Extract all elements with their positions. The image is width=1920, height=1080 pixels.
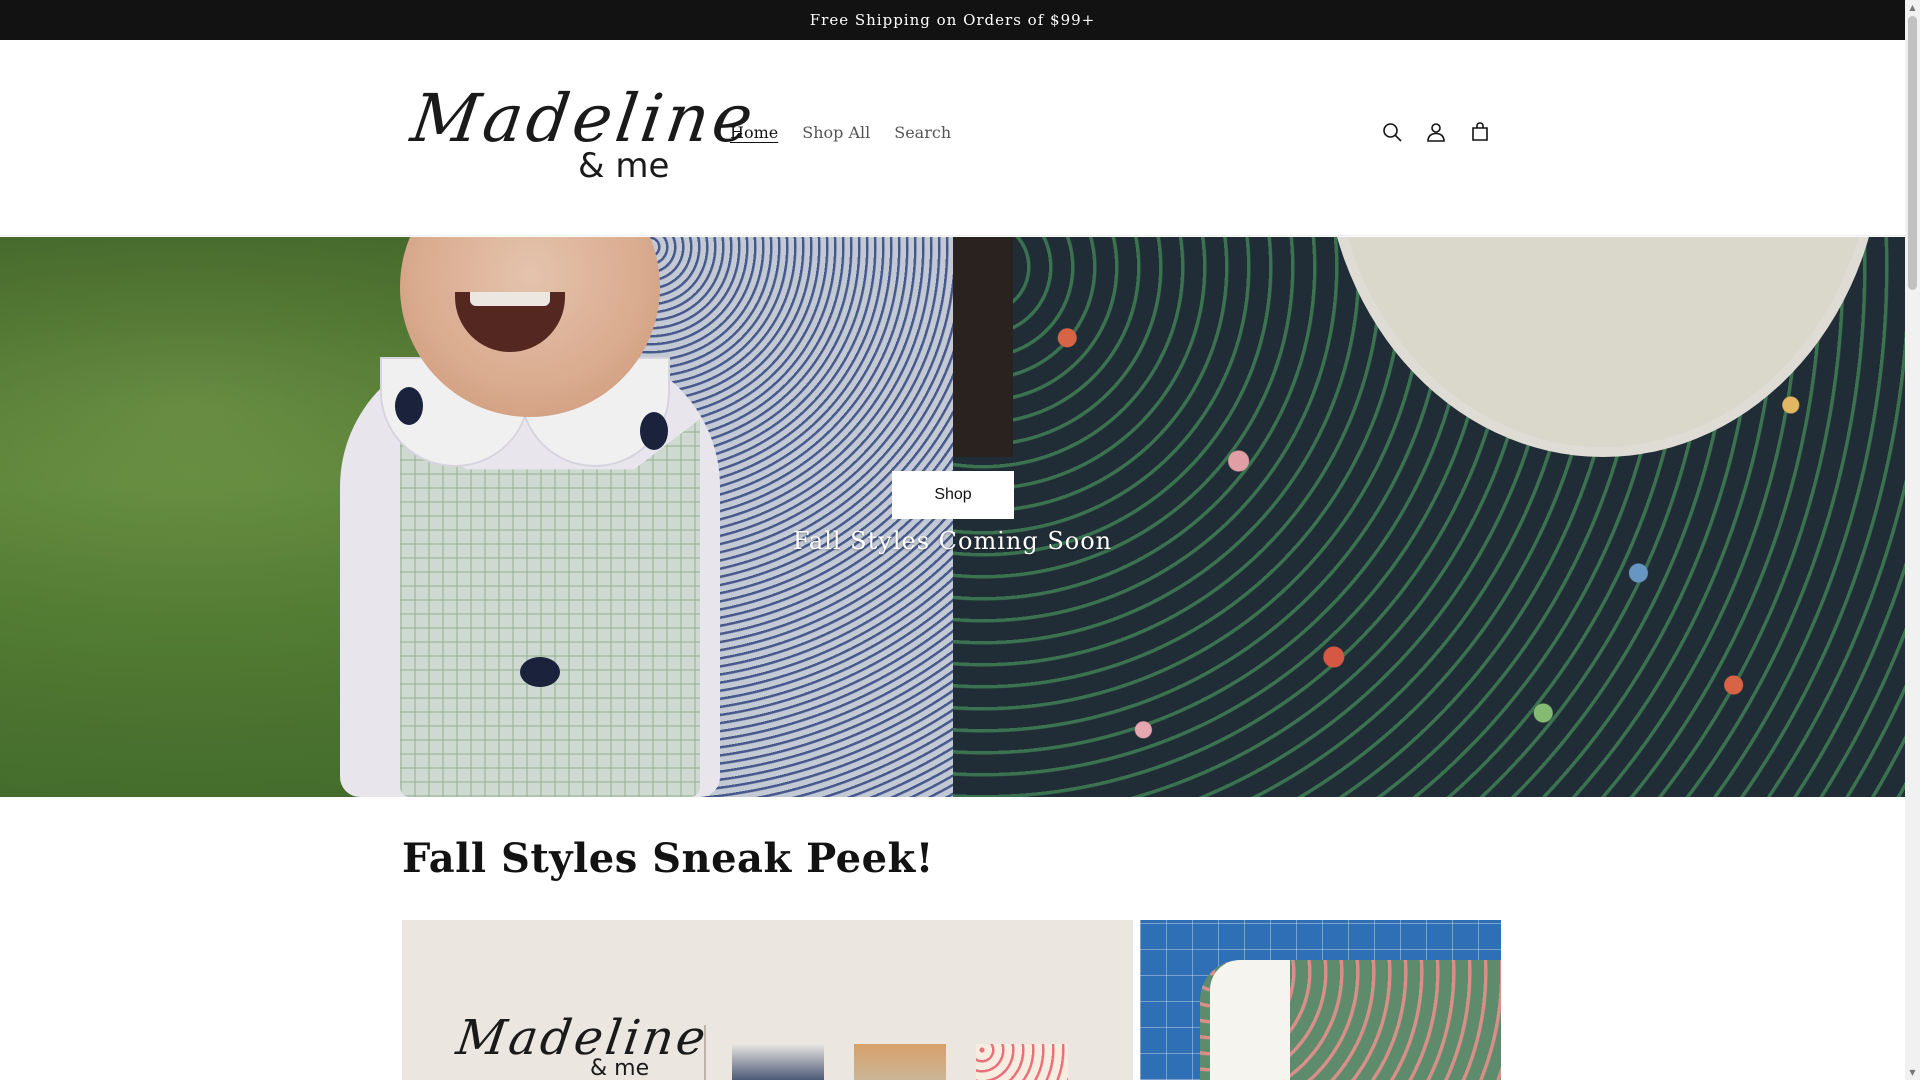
scroll-up-arrow-icon[interactable]: ▲ [1905, 0, 1920, 15]
page: Free Shipping on Orders of $99+ Madeline… [0, 0, 1905, 1080]
logo[interactable]: Madeline & me [402, 80, 762, 200]
announcement-bar: Free Shipping on Orders of $99+ [0, 0, 1905, 40]
page-scrollbar[interactable]: ▲ ▼ [1905, 0, 1920, 1080]
scrollbar-thumb[interactable] [1908, 16, 1917, 290]
hero-banner: Shop Fall Styles Coming Soon [0, 237, 1905, 797]
nav-item-home[interactable]: Home [730, 123, 778, 142]
scroll-down-arrow-icon[interactable]: ▼ [1905, 1065, 1920, 1080]
card-logo-script: Madeline [453, 1010, 712, 1066]
sneak-peek-card-2[interactable] [1140, 920, 1501, 1080]
card-divider [704, 1025, 706, 1080]
main-nav: Home Shop All Search [730, 123, 951, 142]
nav-item-shop-all[interactable]: Shop All [802, 123, 870, 142]
hero-heading: Fall Styles Coming Soon [792, 527, 1113, 555]
section-title: Fall Styles Sneak Peek! [402, 835, 934, 882]
logo-sub-text: & me [578, 146, 670, 186]
sneak-peek-card-1[interactable]: Madeline & me [402, 920, 1133, 1080]
account-icon[interactable] [1424, 120, 1448, 144]
cart-icon[interactable] [1468, 120, 1492, 144]
site-header: Madeline & me Home Shop All Search [0, 40, 1905, 236]
announcement-text: Free Shipping on Orders of $99+ [809, 11, 1096, 29]
header-icons [1380, 120, 1492, 144]
thumbnail-image [854, 1044, 946, 1080]
thumbnail-image [976, 1044, 1068, 1080]
nav-item-search[interactable]: Search [894, 123, 951, 142]
search-icon[interactable] [1380, 120, 1404, 144]
shop-button[interactable]: Shop [892, 471, 1014, 519]
card-logo-sub: & me [590, 1056, 650, 1080]
thumbnail-image [732, 1044, 824, 1080]
